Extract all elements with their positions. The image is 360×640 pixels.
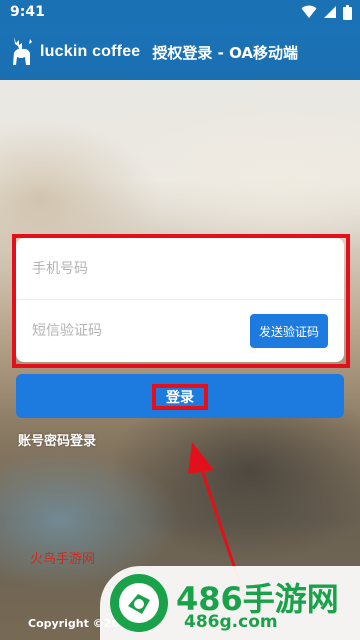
sms-field-row: 发送验证码 bbox=[16, 300, 344, 362]
brand-name: luckin coffee bbox=[40, 43, 141, 60]
site-domain: 486g.com bbox=[184, 612, 278, 632]
phone-input[interactable] bbox=[32, 260, 232, 277]
login-button-label[interactable]: 登录 bbox=[152, 384, 208, 410]
page-title: 授权登录 - OA移动端 bbox=[152, 43, 299, 62]
password-login-link[interactable]: 账号密码登录 bbox=[18, 430, 96, 449]
app-header: luckin coffee 授权登录 - OA移动端 bbox=[0, 24, 360, 80]
battery-icon bbox=[343, 4, 352, 20]
status-time: 9:41 bbox=[10, 4, 45, 20]
sms-code-input[interactable] bbox=[32, 323, 232, 339]
send-code-button[interactable]: 发送验证码 bbox=[250, 314, 328, 348]
status-icons bbox=[301, 4, 352, 20]
watermark-text: 火鸟手游网 bbox=[30, 552, 96, 567]
site-logo-icon bbox=[110, 574, 168, 632]
deer-logo-icon bbox=[13, 37, 32, 65]
status-bar: 9:41 bbox=[0, 0, 360, 24]
phone-field-row bbox=[16, 238, 344, 300]
site-watermark: 486手游网 486g.com bbox=[100, 566, 360, 640]
cellular-signal-icon bbox=[324, 6, 336, 18]
login-card: 发送验证码 bbox=[16, 238, 344, 362]
app-screen: 9:41 luckin coffee 授权登录 - OA移动端 手机号码 短信验… bbox=[0, 0, 360, 640]
wifi-icon bbox=[301, 5, 317, 18]
